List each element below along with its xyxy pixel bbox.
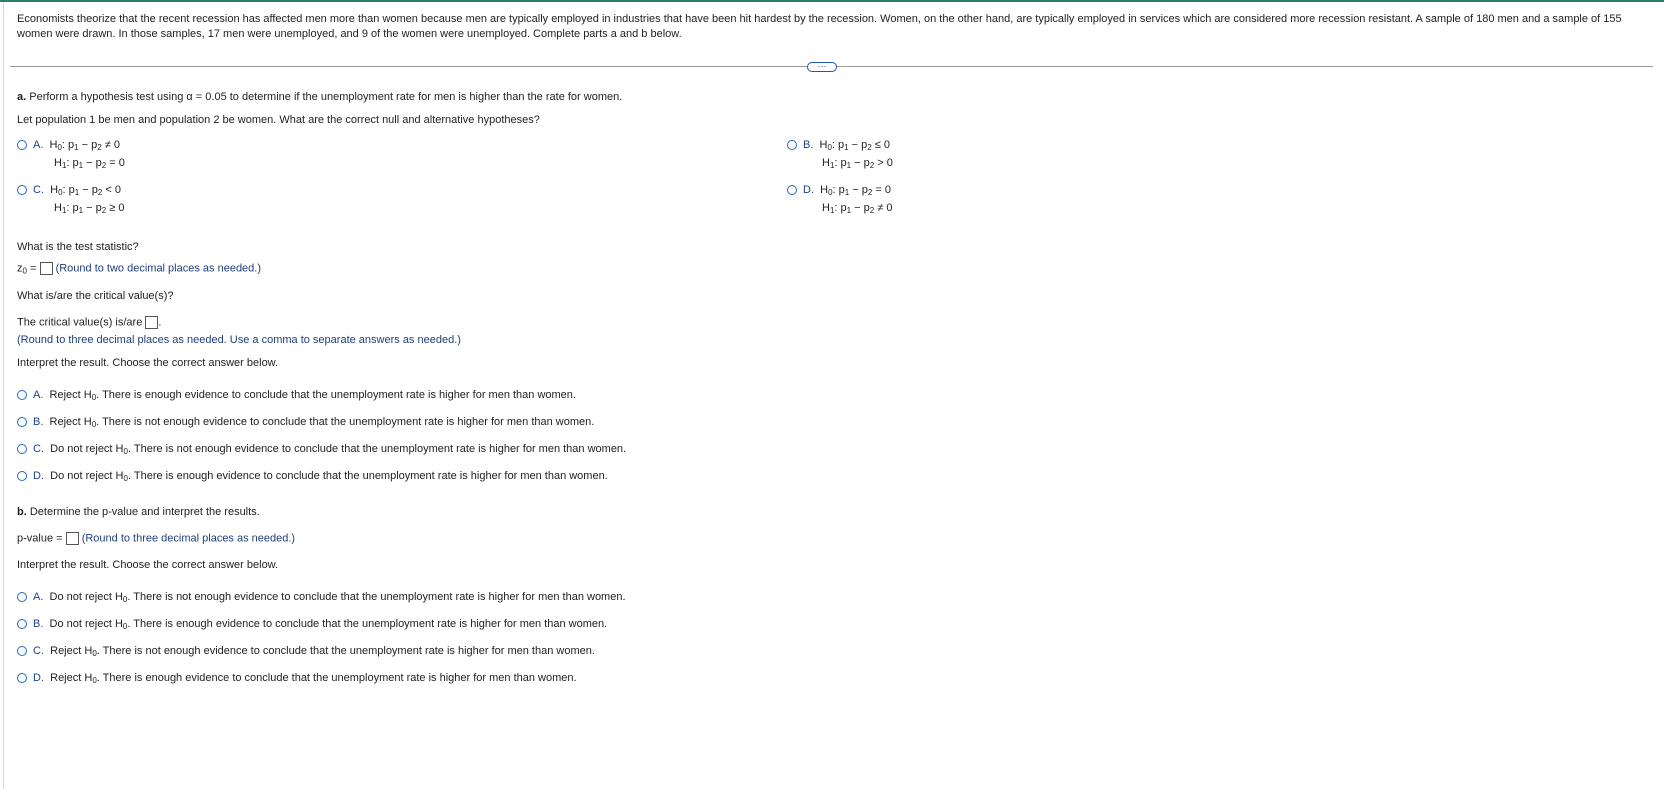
problem-statement: Economists theorize that the recent rece… xyxy=(17,13,1622,40)
h0-relation: ≠ 0 xyxy=(104,139,120,151)
h1-relation: ≠ 0 xyxy=(877,202,893,214)
more-button[interactable]: ⋯ xyxy=(807,62,837,72)
option-text: . There is enough evidence to conclude t… xyxy=(127,470,608,482)
option-text: . There is not enough evidence to conclu… xyxy=(96,416,595,428)
option-letter: C. xyxy=(33,184,44,196)
h1-relation: = 0 xyxy=(109,157,125,169)
option-letter: A. xyxy=(33,139,44,151)
top-accent-bar xyxy=(0,0,1664,2)
test-statistic-hint: (Round to two decimal places as needed.) xyxy=(55,262,262,275)
interpret-option-d[interactable]: D. Do not reject H0. There is enough evi… xyxy=(17,470,608,483)
option-text: . There is not enough evidence to conclu… xyxy=(96,645,595,657)
interpret-question-b: Interpret the result. Choose the correct… xyxy=(17,559,279,571)
p-value-input[interactable] xyxy=(65,532,79,545)
radio-button[interactable] xyxy=(17,673,27,684)
option-letter: B. xyxy=(33,618,44,630)
left-border xyxy=(3,2,4,789)
option-letter: C. xyxy=(33,645,44,657)
hypothesis-question: Let population 1 be men and population 2… xyxy=(17,114,540,126)
option-letter: B. xyxy=(33,416,44,428)
decision-text: Do not reject H xyxy=(49,618,123,630)
decision-text: Reject H xyxy=(49,416,92,428)
decision-text: Do not reject H xyxy=(50,443,124,455)
critical-value-question: What is/are the critical value(s)? xyxy=(17,290,174,302)
option-letter: B. xyxy=(803,139,814,151)
test-statistic-input[interactable] xyxy=(39,262,53,275)
part-a-prompt: a. Perform a hypothesis test using α = 0… xyxy=(17,91,622,103)
critical-value-label: The critical value(s) is/are xyxy=(17,316,143,329)
test-statistic-row: z0 = (Round to two decimal places as nee… xyxy=(17,262,262,276)
part-b-text: Determine the p-value and interpret the … xyxy=(29,506,260,518)
option-letter: A. xyxy=(33,591,44,603)
p-value-hint: (Round to three decimal places as needed… xyxy=(81,532,296,545)
p-interpret-option-a[interactable]: A. Do not reject H0. There is not enough… xyxy=(17,591,626,604)
hypothesis-option-c[interactable]: C. H0: p1 − p2 < 0 H1: p1 − p2 ≥ 0 xyxy=(17,181,124,217)
option-letter: D. xyxy=(33,672,44,684)
hypothesis-option-b[interactable]: B. H0: p1 − p2 ≤ 0 H1: p1 − p2 > 0 xyxy=(787,136,893,172)
critical-value-row: The critical value(s) is/are . xyxy=(17,316,162,329)
option-text: . There is not enough evidence to conclu… xyxy=(127,443,627,455)
radio-button[interactable] xyxy=(17,646,27,657)
critical-value-hint: (Round to three decimal places as needed… xyxy=(17,334,461,346)
decision-text: Reject H xyxy=(50,645,93,657)
part-b-prompt: b. Determine the p-value and interpret t… xyxy=(17,506,260,518)
radio-button[interactable] xyxy=(17,185,27,196)
p-interpret-option-c[interactable]: C. Reject H0. There is not enough eviden… xyxy=(17,645,595,658)
interpret-option-c[interactable]: C. Do not reject H0. There is not enough… xyxy=(17,443,627,456)
h1-relation: ≥ 0 xyxy=(109,202,125,214)
p-interpret-option-d[interactable]: D. Reject H0. There is enough evidence t… xyxy=(17,672,577,685)
radio-button[interactable] xyxy=(17,444,27,455)
option-text: . There is enough evidence to conclude t… xyxy=(96,672,577,684)
option-text: . There is not enough evidence to conclu… xyxy=(127,591,626,603)
radio-button[interactable] xyxy=(17,471,27,482)
test-statistic-question: What is the test statistic? xyxy=(17,241,139,253)
interpret-option-a[interactable]: A. Reject H0. There is enough evidence t… xyxy=(17,389,576,402)
p-value-row: p-value = (Round to three decimal places… xyxy=(17,532,295,545)
h1-relation: > 0 xyxy=(877,157,893,169)
option-letter: C. xyxy=(33,443,44,455)
test-statistic-subscript: 0 xyxy=(22,266,27,276)
radio-button[interactable] xyxy=(17,140,27,151)
h0-relation: < 0 xyxy=(105,184,121,196)
h0-relation: = 0 xyxy=(875,184,891,196)
h0-relation: ≤ 0 xyxy=(874,139,890,151)
option-text: . There is enough evidence to conclude t… xyxy=(127,618,608,630)
decision-text: Reject H xyxy=(49,389,92,401)
hypothesis-option-d[interactable]: D. H0: p1 − p2 = 0 H1: p1 − p2 ≠ 0 xyxy=(787,181,892,217)
part-b-label: b. xyxy=(17,506,27,518)
radio-button[interactable] xyxy=(17,619,27,630)
radio-button[interactable] xyxy=(787,185,797,196)
part-a-text: Perform a hypothesis test using α = 0.05… xyxy=(29,91,623,103)
decision-text: Do not reject H xyxy=(49,591,123,603)
interpret-option-b[interactable]: B. Reject H0. There is not enough eviden… xyxy=(17,416,595,429)
radio-button[interactable] xyxy=(17,390,27,401)
radio-button[interactable] xyxy=(17,592,27,603)
radio-button[interactable] xyxy=(17,417,27,428)
option-letter: A. xyxy=(33,389,44,401)
option-letter: D. xyxy=(803,184,814,196)
hypothesis-option-a[interactable]: A. H0: p1 − p2 ≠ 0 H1: p1 − p2 = 0 xyxy=(17,136,125,172)
option-letter: D. xyxy=(33,470,44,482)
decision-text: Reject H xyxy=(50,672,93,684)
critical-value-input[interactable] xyxy=(145,316,159,329)
interpret-question-a: Interpret the result. Choose the correct… xyxy=(17,357,279,369)
option-text: . There is enough evidence to conclude t… xyxy=(96,389,576,401)
p-interpret-option-b[interactable]: B. Do not reject H0. There is enough evi… xyxy=(17,618,608,631)
decision-text: Do not reject H xyxy=(50,470,124,482)
radio-button[interactable] xyxy=(787,140,797,151)
p-value-label: p-value = xyxy=(17,532,63,545)
part-a-label: a. xyxy=(17,91,27,103)
